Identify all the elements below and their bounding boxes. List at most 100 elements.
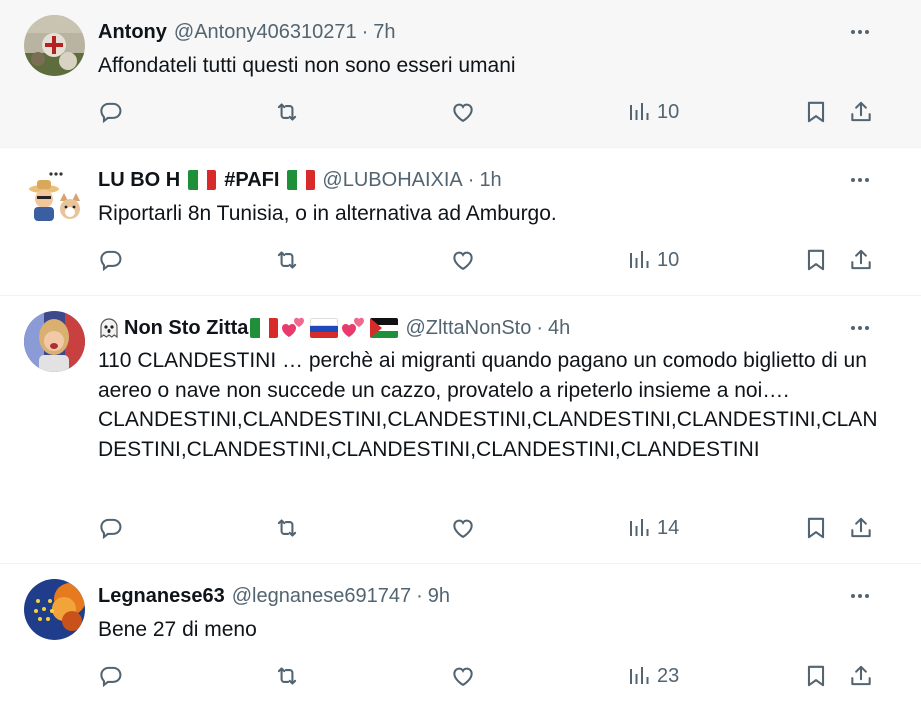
reply-icon bbox=[98, 99, 124, 125]
avatar[interactable] bbox=[24, 15, 85, 76]
views-count: 14 bbox=[657, 516, 680, 539]
views-button[interactable]: 10 bbox=[627, 97, 679, 127]
retweet-icon bbox=[274, 99, 300, 125]
user-handle[interactable]: @legnanese691747 bbox=[232, 585, 411, 608]
tweet-text: Affondateli tutti questi non sono esseri… bbox=[98, 54, 516, 77]
separator-dot: · bbox=[416, 584, 423, 607]
tweet-text: 110 CLANDESTINI … perchè ai migranti qua… bbox=[98, 346, 888, 464]
bookmark-button[interactable] bbox=[803, 245, 829, 275]
like-button[interactable] bbox=[450, 661, 476, 691]
reply-button[interactable] bbox=[98, 97, 124, 127]
user-handle[interactable]: @LUBOHAIXIA bbox=[322, 169, 462, 192]
more-options-button[interactable] bbox=[847, 583, 873, 609]
views-count: 10 bbox=[657, 100, 680, 123]
like-icon bbox=[450, 663, 476, 689]
bookmark-button[interactable] bbox=[803, 513, 829, 543]
bookmark-button[interactable] bbox=[803, 661, 829, 691]
views-button[interactable]: 10 bbox=[627, 245, 679, 275]
tweet-text-line: CLANDESTINI,CLANDESTINI,CLANDESTINI,CLAN… bbox=[98, 408, 878, 461]
views-button[interactable]: 14 bbox=[627, 513, 679, 543]
tweet[interactable]: LU BO H #PAFI @LUBOHAIXIA · 1h Riportarl… bbox=[0, 148, 921, 296]
action-bar: 23 bbox=[98, 661, 878, 691]
views-icon bbox=[627, 100, 651, 124]
palestine-flag-icon bbox=[370, 318, 399, 338]
display-name-tag[interactable]: #PAFI bbox=[224, 169, 279, 192]
reply-button[interactable] bbox=[98, 661, 124, 691]
views-icon bbox=[627, 516, 651, 540]
views-count: 23 bbox=[657, 664, 680, 687]
display-name[interactable]: Non Sto Zitta bbox=[124, 317, 248, 340]
like-icon bbox=[450, 99, 476, 125]
two-hearts-icon bbox=[340, 317, 366, 339]
action-bar: 10 bbox=[98, 245, 878, 275]
share-button[interactable] bbox=[848, 245, 874, 275]
two-hearts-icon bbox=[280, 317, 306, 339]
share-icon bbox=[848, 515, 874, 541]
retweet-button[interactable] bbox=[274, 97, 300, 127]
retweet-button[interactable] bbox=[274, 245, 300, 275]
reply-icon bbox=[98, 515, 124, 541]
like-icon bbox=[450, 515, 476, 541]
tweet[interactable]: Non Sto Zitta @ZlttaNonSto · 4h 110 CLAN… bbox=[0, 296, 921, 564]
bookmark-icon bbox=[803, 99, 829, 125]
russia-flag-icon bbox=[310, 318, 339, 338]
separator-dot: · bbox=[361, 20, 369, 43]
reply-button[interactable] bbox=[98, 513, 124, 543]
tweet[interactable]: Antony @Antony406310271 · 7h Affondateli… bbox=[0, 0, 921, 148]
separator-dot: · bbox=[536, 316, 544, 339]
avatar[interactable] bbox=[24, 311, 85, 372]
user-handle[interactable]: @Antony406310271 bbox=[174, 21, 357, 44]
share-icon bbox=[848, 99, 874, 125]
share-button[interactable] bbox=[848, 661, 874, 691]
views-icon bbox=[627, 248, 651, 272]
views-icon bbox=[627, 664, 651, 688]
more-icon bbox=[848, 20, 872, 44]
more-options-button[interactable] bbox=[847, 315, 873, 341]
avatar-image bbox=[24, 15, 85, 76]
timestamp[interactable]: 4h bbox=[548, 317, 570, 340]
more-options-button[interactable] bbox=[847, 19, 873, 45]
reply-icon bbox=[98, 663, 124, 689]
separator-dot: · bbox=[467, 168, 475, 191]
reply-button[interactable] bbox=[98, 245, 124, 275]
more-options-button[interactable] bbox=[847, 167, 873, 193]
avatar-image bbox=[24, 163, 85, 224]
share-button[interactable] bbox=[848, 513, 874, 543]
share-button[interactable] bbox=[848, 97, 874, 127]
italy-flag-icon bbox=[188, 170, 217, 190]
timestamp[interactable]: 1h bbox=[479, 169, 501, 192]
like-button[interactable] bbox=[450, 97, 476, 127]
timestamp[interactable]: 7h bbox=[373, 21, 395, 44]
retweet-button[interactable] bbox=[274, 513, 300, 543]
timestamp[interactable]: 9h bbox=[428, 585, 450, 608]
like-button[interactable] bbox=[450, 513, 476, 543]
retweet-button[interactable] bbox=[274, 661, 300, 691]
avatar-image bbox=[24, 579, 85, 640]
views-button[interactable]: 23 bbox=[627, 661, 679, 691]
display-name[interactable]: Legnanese63 bbox=[98, 585, 225, 608]
reply-icon bbox=[98, 247, 124, 273]
more-icon bbox=[848, 584, 872, 608]
action-bar: 10 bbox=[98, 97, 878, 127]
tweet-text: Riportarli 8n Tunisia, o in alternativa … bbox=[98, 202, 557, 225]
retweet-icon bbox=[274, 247, 300, 273]
like-button[interactable] bbox=[450, 245, 476, 275]
tweet-text-line: 110 CLANDESTINI … perchè ai migranti qua… bbox=[98, 349, 867, 402]
retweet-icon bbox=[274, 663, 300, 689]
avatar[interactable] bbox=[24, 163, 85, 224]
tweet-text: Bene 27 di meno bbox=[98, 618, 257, 641]
user-handle[interactable]: @ZlttaNonSto bbox=[405, 317, 531, 340]
more-icon bbox=[848, 316, 872, 340]
bookmark-button[interactable] bbox=[803, 97, 829, 127]
italy-flag-icon bbox=[287, 170, 316, 190]
display-name[interactable]: LU BO H bbox=[98, 169, 180, 192]
action-bar: 14 bbox=[98, 513, 878, 543]
avatar[interactable] bbox=[24, 579, 85, 640]
ghost-icon bbox=[98, 317, 120, 339]
tweet[interactable]: Legnanese63 @legnanese691747 · 9h Bene 2… bbox=[0, 564, 921, 703]
bookmark-icon bbox=[803, 663, 829, 689]
share-icon bbox=[848, 247, 874, 273]
italy-flag-icon bbox=[250, 318, 279, 338]
display-name[interactable]: Antony bbox=[98, 21, 167, 44]
views-count: 10 bbox=[657, 248, 680, 271]
